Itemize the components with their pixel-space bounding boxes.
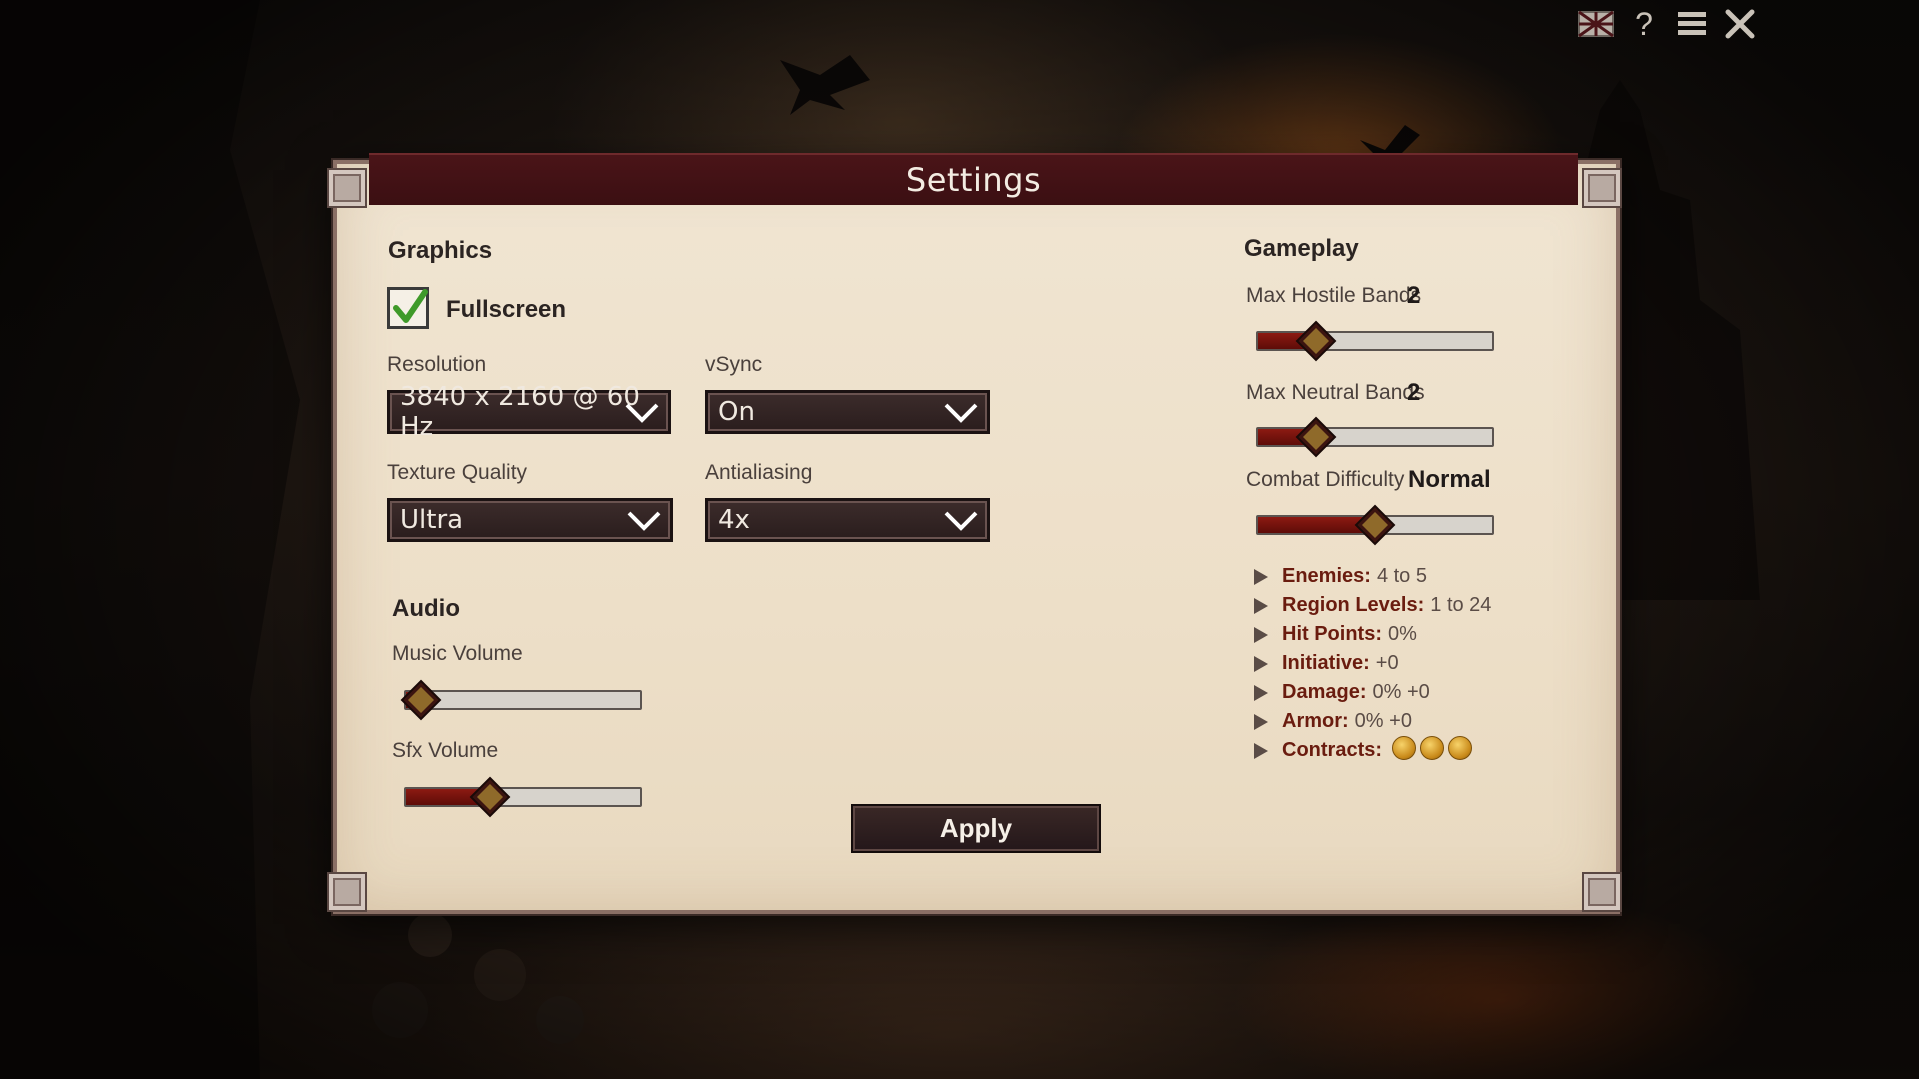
stat-key: Contracts: [1282, 739, 1383, 761]
menu-icon[interactable] [1674, 6, 1710, 42]
stat-value: 4 to 5 [1376, 565, 1427, 587]
sfx-volume-slider[interactable] [404, 776, 642, 818]
bullet-icon [1254, 742, 1268, 759]
max-neutral-bands-value: 2 [1407, 379, 1421, 406]
vsync-label: vSync [705, 353, 763, 376]
checkmark-icon [393, 289, 428, 323]
bullet-icon [1254, 684, 1268, 701]
texture-quality-label: Texture Quality [387, 461, 528, 484]
bullet-icon [1254, 597, 1268, 614]
stat-enemies: Enemies: 4 to 5 [1254, 562, 1491, 591]
resolution-dropdown[interactable]: 3840 x 2160 @ 60 Hz [387, 382, 671, 442]
slider-thumb[interactable] [400, 679, 442, 721]
chevron-down-icon [944, 511, 978, 531]
slider-thumb[interactable] [1354, 504, 1396, 546]
antialiasing-label: Antialiasing [705, 461, 813, 484]
texture-quality-dropdown[interactable]: Ultra [387, 498, 673, 542]
dialog-title: Settings [905, 161, 1042, 199]
contract-coins [1388, 735, 1473, 766]
combat-difficulty-label: Combat Difficulty [1246, 468, 1405, 491]
antialiasing-dropdown[interactable]: 4x [705, 498, 990, 542]
difficulty-stats-list: Enemies: 4 to 5 Region Levels: 1 to 24 Hit… [1254, 562, 1491, 765]
stat-contracts: Contracts: [1254, 735, 1491, 766]
corner-ornament-bottom-left [327, 872, 367, 912]
corner-ornament-top-right [1582, 168, 1622, 208]
sfx-volume-label: Sfx Volume [392, 739, 499, 762]
stat-value: 0% +0 [1372, 681, 1430, 703]
vsync-dropdown[interactable]: On [705, 390, 990, 434]
bullet-icon [1254, 626, 1268, 643]
help-icon[interactable]: ? [1626, 6, 1662, 42]
slider-thumb[interactable] [1295, 416, 1337, 458]
music-volume-label: Music Volume [392, 642, 523, 665]
max-hostile-bands-value: 2 [1407, 282, 1421, 309]
audio-section-title: Audio [392, 595, 460, 622]
stat-hit-points: Hit Points: 0% [1254, 620, 1491, 649]
corner-ornament-bottom-right [1582, 872, 1622, 912]
combat-difficulty-value: Normal [1408, 466, 1491, 493]
stat-key: Hit Points: [1282, 623, 1382, 645]
corner-ornament-top-left [327, 168, 367, 208]
vsync-value: On [718, 397, 755, 427]
combat-difficulty-slider[interactable] [1256, 504, 1494, 546]
stat-armor: Armor: 0% +0 [1254, 707, 1491, 736]
bullet-icon [1254, 655, 1268, 672]
bullet-icon [1254, 713, 1268, 730]
slider-thumb[interactable] [1295, 320, 1337, 362]
max-hostile-bands-label: Max Hostile Bands [1246, 284, 1422, 307]
dialog-header: Settings [369, 153, 1578, 205]
coin-icon [1420, 735, 1445, 760]
graphics-section-title: Graphics [388, 237, 493, 264]
fullscreen-label: Fullscreen [446, 296, 567, 323]
stat-key: Damage: [1282, 681, 1367, 703]
gameplay-section-title: Gameplay [1244, 235, 1359, 262]
texture-quality-value: Ultra [400, 505, 464, 535]
close-icon[interactable] [1722, 6, 1758, 42]
chevron-down-icon [944, 403, 978, 423]
max-hostile-bands-slider[interactable] [1256, 320, 1494, 362]
coin-icon [1392, 735, 1417, 760]
chevron-down-icon [625, 403, 659, 423]
stat-value: 0% [1388, 623, 1417, 645]
stat-damage: Damage: 0% +0 [1254, 678, 1491, 707]
resolution-label: Resolution [387, 353, 487, 376]
chevron-down-icon [627, 511, 661, 531]
flag-icon[interactable] [1578, 6, 1614, 42]
stat-initiative: Initiative: +0 [1254, 649, 1491, 678]
bullet-icon [1254, 568, 1268, 585]
stat-key: Initiative: [1282, 652, 1370, 674]
coin-icon [1448, 735, 1473, 760]
stat-value: 1 to 24 [1430, 594, 1492, 616]
stat-value: +0 [1375, 652, 1399, 674]
stat-key: Region Levels: [1282, 594, 1425, 616]
slider-thumb[interactable] [469, 776, 511, 818]
stat-value: 0% +0 [1354, 710, 1412, 732]
antialiasing-value: 4x [718, 505, 750, 535]
fullscreen-checkbox[interactable] [387, 287, 429, 329]
max-neutral-bands-slider[interactable] [1256, 416, 1494, 458]
music-volume-slider[interactable] [400, 679, 642, 721]
stat-region-levels: Region Levels: 1 to 24 [1254, 591, 1491, 620]
stat-key: Enemies: [1282, 565, 1371, 587]
top-toolbar: ? [1578, 6, 1758, 42]
max-neutral-bands-label: Max Neutral Bands [1246, 381, 1425, 404]
stat-key: Armor: [1282, 710, 1349, 732]
apply-button[interactable]: Apply [851, 804, 1101, 853]
